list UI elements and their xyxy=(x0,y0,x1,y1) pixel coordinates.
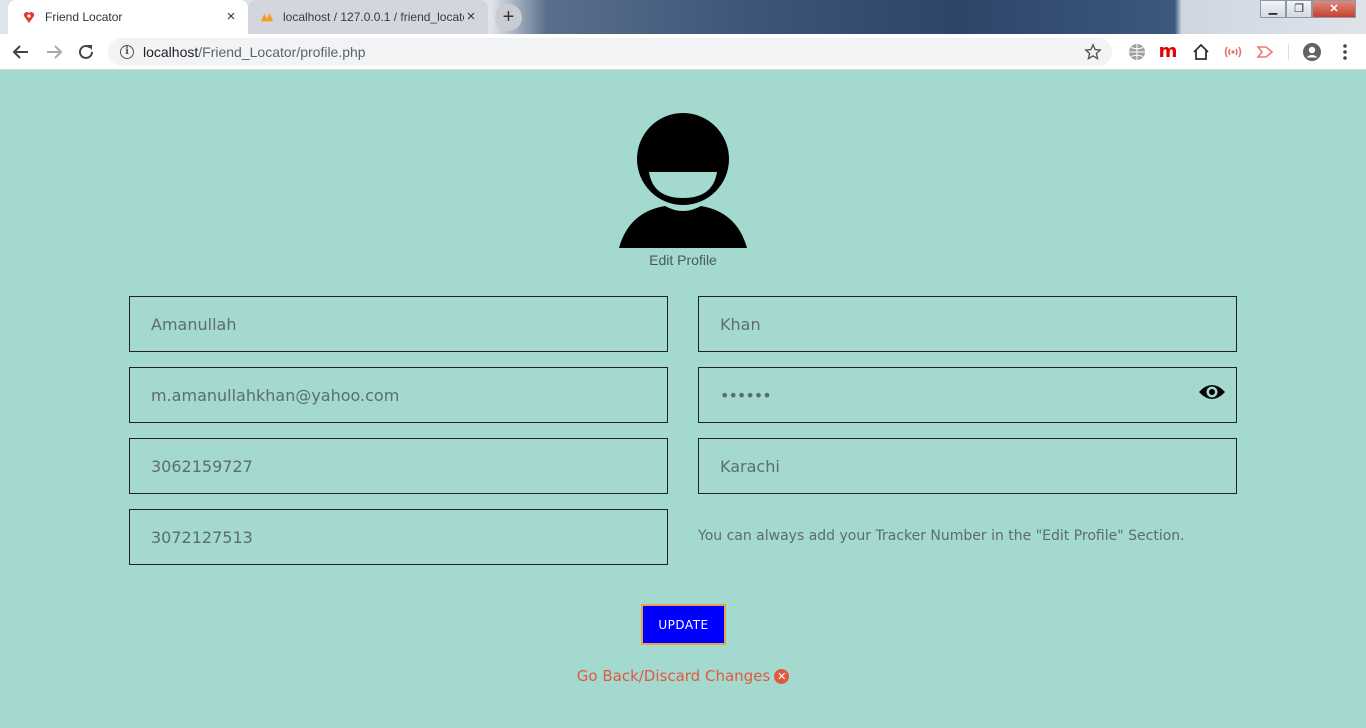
phpmyadmin-icon xyxy=(260,10,274,24)
address-bar[interactable]: i localhost/Friend_Locator/profile.php xyxy=(108,38,1112,66)
last-name-field xyxy=(698,296,1237,352)
go-back-label: Go Back/Discard Changes xyxy=(576,667,771,685)
password-field xyxy=(698,367,1237,423)
toolbar-divider xyxy=(1288,44,1289,60)
eye-icon[interactable] xyxy=(1198,382,1226,402)
update-button[interactable]: UPDATE xyxy=(641,604,726,645)
first-name-field xyxy=(129,296,668,352)
tab-title: localhost / 127.0.0.1 / friend_locator xyxy=(283,10,464,24)
avatar-icon[interactable] xyxy=(619,112,747,248)
arrow-left-icon xyxy=(12,45,28,59)
phone-field xyxy=(129,438,668,494)
url-path: /Friend_Locator/profile.php xyxy=(198,44,366,60)
last-name-input[interactable] xyxy=(699,297,1236,351)
close-circle-icon: ✕ xyxy=(774,669,790,684)
m-icon[interactable]: m xyxy=(1158,42,1178,62)
forward-button[interactable] xyxy=(42,40,66,64)
menu-icon[interactable] xyxy=(1335,42,1355,62)
maximize-button[interactable]: ❐ xyxy=(1286,0,1312,18)
tracker-field xyxy=(129,509,668,565)
tab-phpmyadmin[interactable]: localhost / 127.0.0.1 / friend_locator × xyxy=(248,0,488,34)
reload-button[interactable] xyxy=(74,40,98,64)
new-tab-button[interactable]: + xyxy=(495,4,522,31)
back-button[interactable] xyxy=(9,40,33,64)
first-name-input[interactable] xyxy=(130,297,667,351)
close-window-button[interactable]: ✕ xyxy=(1312,0,1356,18)
account-icon[interactable] xyxy=(1302,42,1322,62)
redirect-icon[interactable] xyxy=(1255,42,1275,62)
star-icon[interactable] xyxy=(1084,43,1102,61)
browser-toolbar: i localhost/Friend_Locator/profile.php m xyxy=(0,34,1366,70)
email-input[interactable] xyxy=(130,368,667,422)
url-host: localhost xyxy=(143,44,199,60)
tab-title: Friend Locator xyxy=(45,10,123,24)
password-input[interactable] xyxy=(699,368,1236,422)
tracker-hint-text: You can always add your Tracker Number i… xyxy=(698,528,1185,544)
city-input[interactable] xyxy=(699,439,1236,493)
email-field xyxy=(129,367,668,423)
browser-tab-strip: Friend Locator × localhost / 127.0.0.1 /… xyxy=(0,0,1366,34)
globe-icon[interactable] xyxy=(1127,42,1147,62)
home-icon[interactable] xyxy=(1191,42,1211,62)
reload-icon xyxy=(79,44,93,59)
cast-icon[interactable] xyxy=(1223,42,1243,62)
go-back-link[interactable]: Go Back/Discard Changes ✕ xyxy=(0,667,1366,685)
phone-input[interactable] xyxy=(130,439,667,493)
tab-close-icon[interactable]: × xyxy=(224,9,238,24)
info-icon[interactable]: i xyxy=(120,45,134,59)
minimize-button[interactable]: ▁ xyxy=(1260,0,1286,18)
tab-friend-locator[interactable]: Friend Locator × xyxy=(8,0,248,34)
window-controls: ▁ ❐ ✕ xyxy=(1260,0,1356,18)
city-field xyxy=(698,438,1237,494)
edit-profile-caption: Edit Profile xyxy=(649,252,717,268)
heart-map-pin-icon xyxy=(22,10,36,24)
arrow-right-icon xyxy=(47,45,63,59)
tab-close-icon[interactable]: × xyxy=(464,9,478,24)
tracker-number-input[interactable] xyxy=(130,510,667,564)
